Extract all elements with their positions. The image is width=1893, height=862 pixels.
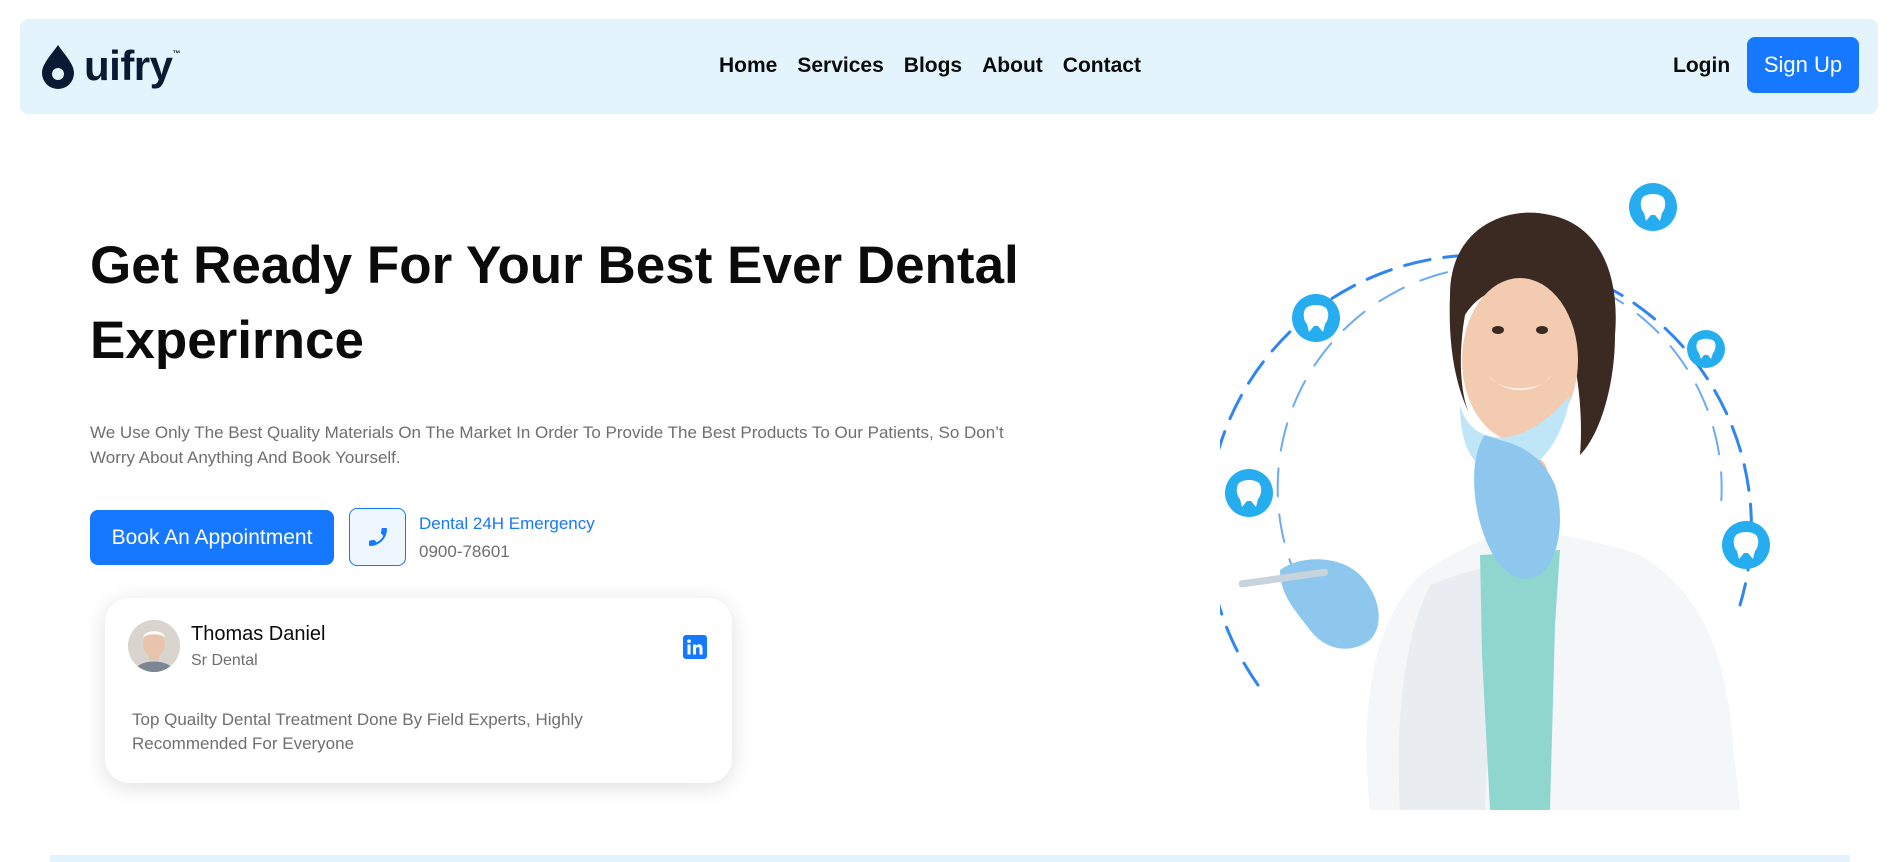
avatar	[128, 620, 180, 672]
logo-text: uifry	[84, 42, 173, 89]
tooth-icon	[1722, 521, 1770, 569]
emergency-call-button[interactable]	[349, 508, 406, 566]
nav-link-blogs[interactable]: Blogs	[904, 49, 962, 83]
tooth-icon	[1687, 330, 1725, 368]
book-appointment-button[interactable]: Book An Appointment	[90, 510, 334, 565]
trademark-mark: ™	[172, 49, 181, 58]
nav-link-contact[interactable]: Contact	[1063, 49, 1141, 83]
hero-illustration	[1220, 183, 1770, 810]
signup-button[interactable]: Sign Up	[1747, 37, 1859, 93]
phone-icon	[368, 528, 387, 546]
drop-logo-icon	[42, 45, 74, 89]
emergency-label: Dental 24H Emergency	[419, 514, 595, 533]
hero-description: We Use Only The Best Quality Materials O…	[90, 423, 1004, 467]
testimonial-text: Top Quailty Dental Treatment Done By Fie…	[132, 710, 583, 753]
nav-link-services[interactable]: Services	[797, 49, 883, 83]
section-divider	[50, 855, 1850, 862]
testimonial-role: Sr Dental	[191, 652, 258, 669]
testimonial-name: Thomas Daniel	[191, 623, 326, 645]
emergency-phone-number: 0900-78601	[419, 542, 510, 561]
tooth-icon	[1225, 469, 1273, 517]
tooth-icon	[1292, 294, 1340, 342]
linkedin-icon[interactable]	[683, 635, 707, 659]
tooth-icon	[1629, 183, 1677, 231]
navbar: uifry ™ Home Services Blogs About Contac…	[20, 19, 1878, 114]
main-nav: Home Services Blogs About Contact	[719, 49, 1141, 83]
logo[interactable]: uifry ™	[40, 41, 181, 91]
nav-link-about[interactable]: About	[982, 49, 1043, 83]
nav-link-home[interactable]: Home	[719, 49, 777, 83]
hero-title: Get Ready For Your Best Ever Dental Expe…	[90, 236, 1019, 370]
login-link[interactable]: Login	[1673, 49, 1730, 83]
testimonial-card: Thomas Daniel Sr Dental Top Quailty Dent…	[105, 598, 732, 783]
